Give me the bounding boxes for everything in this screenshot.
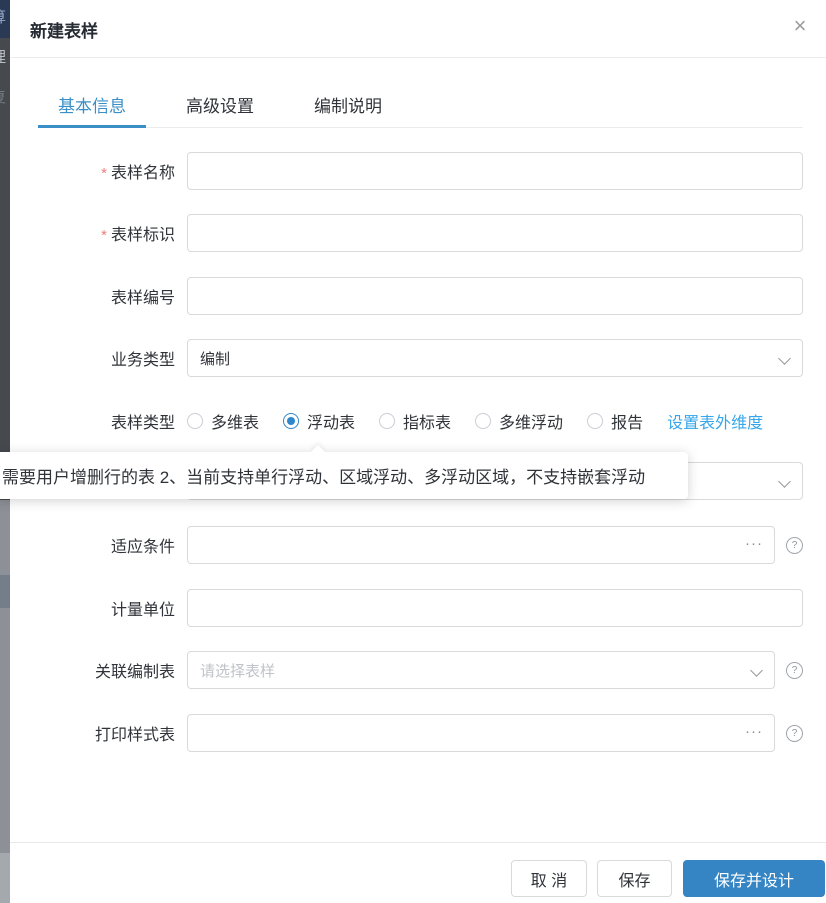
- background-panel-highlight: [0, 575, 10, 608]
- close-icon[interactable]: ×: [787, 13, 813, 39]
- radio-circle-icon: [475, 413, 491, 429]
- chevron-down-icon: [778, 475, 791, 488]
- background-panel-footer: [0, 853, 10, 903]
- field-row-unit: 计量单位: [38, 589, 803, 627]
- set-external-dimension-link[interactable]: 设置表外维度: [667, 409, 763, 433]
- save-button[interactable]: 保存: [597, 860, 672, 897]
- table-style-name-input[interactable]: [187, 152, 803, 190]
- related-table-placeholder: 请选择表样: [200, 660, 275, 681]
- field-row-related-table: 关联编制表 请选择表样 ?: [38, 651, 803, 689]
- tab-advanced-settings[interactable]: 高级设置: [166, 90, 274, 127]
- required-asterisk: *: [101, 165, 107, 182]
- help-icon[interactable]: ?: [786, 662, 803, 679]
- radio-circle-icon: [379, 413, 395, 429]
- help-icon[interactable]: ?: [786, 537, 803, 554]
- field-label: 表样类型: [38, 409, 175, 433]
- sidebar-item-glyph: 复: [0, 90, 6, 105]
- field-label: 表样编号: [38, 284, 175, 308]
- footer-divider: [10, 842, 826, 843]
- table-style-number-input[interactable]: [187, 277, 803, 315]
- field-row-adapt-condition: 适应条件 ··· ?: [38, 526, 803, 564]
- background-panel: [0, 500, 10, 903]
- tab-bar: 基本信息 高级设置 编制说明: [38, 90, 803, 128]
- radio-circle-icon: [283, 413, 299, 429]
- chevron-down-icon: [750, 664, 763, 677]
- radio-circle-icon: [587, 413, 603, 429]
- cancel-button[interactable]: 取 消: [511, 860, 587, 897]
- field-label: 计量单位: [38, 596, 175, 620]
- radio-multidim-table[interactable]: 多维表: [187, 409, 259, 433]
- radio-multidim-floating[interactable]: 多维浮动: [475, 409, 563, 433]
- field-row-table-type: 表样类型 多维表 浮动表 指标表 多维浮动 报告 设置表外维度: [38, 403, 803, 439]
- background-sidebar: 理 复: [0, 38, 10, 452]
- print-style-input[interactable]: ···: [187, 714, 775, 752]
- background-sidebar-active-item: 算: [0, 0, 10, 38]
- related-table-select[interactable]: 请选择表样: [187, 651, 775, 689]
- table-style-code-input[interactable]: [187, 214, 803, 252]
- required-asterisk: *: [101, 227, 107, 244]
- field-label: 适应条件: [38, 533, 175, 557]
- radio-floating-table[interactable]: 浮动表: [283, 409, 355, 433]
- field-row-business-type: 业务类型 编制: [38, 339, 803, 377]
- field-label: *表样名称: [38, 159, 175, 183]
- field-row-table-style-code: *表样标识: [38, 214, 803, 252]
- modal-title: 新建表样: [30, 17, 98, 42]
- radio-circle-icon: [187, 413, 203, 429]
- sidebar-item-glyph: 理: [0, 50, 6, 65]
- field-row-print-style: 打印样式表 ··· ?: [38, 714, 803, 752]
- radio-indicator-table[interactable]: 指标表: [379, 409, 451, 433]
- field-label: 业务类型: [38, 346, 175, 370]
- adapt-condition-input[interactable]: ···: [187, 526, 775, 564]
- help-icon[interactable]: ?: [786, 725, 803, 742]
- field-row-table-style-number: 表样编号: [38, 277, 803, 315]
- ellipsis-icon[interactable]: ···: [745, 723, 763, 740]
- field-row-table-style-name: *表样名称: [38, 152, 803, 190]
- modal-header: 新建表样 ×: [10, 0, 826, 58]
- chevron-down-icon: [778, 352, 791, 365]
- unit-input[interactable]: [187, 589, 803, 627]
- table-type-radio-group: 多维表 浮动表 指标表 多维浮动 报告 设置表外维度: [187, 409, 763, 433]
- business-type-value: 编制: [200, 348, 230, 369]
- save-and-design-button[interactable]: 保存并设计: [683, 860, 825, 897]
- field-label: 打印样式表: [38, 721, 175, 745]
- business-type-select[interactable]: 编制: [187, 339, 803, 377]
- radio-report[interactable]: 报告: [587, 409, 643, 433]
- field-label: *表样标识: [38, 221, 175, 245]
- sidebar-item-glyph: 算: [0, 10, 6, 25]
- field-label: 关联编制表: [38, 658, 175, 682]
- ellipsis-icon[interactable]: ···: [745, 535, 763, 552]
- floating-table-tooltip: 需要用户增删行的表 2、当前支持单行浮动、区域浮动、多浮动区域，不支持嵌套浮动: [0, 452, 688, 499]
- tab-basic-info[interactable]: 基本信息: [38, 90, 146, 127]
- tab-compilation-notes[interactable]: 编制说明: [294, 90, 402, 127]
